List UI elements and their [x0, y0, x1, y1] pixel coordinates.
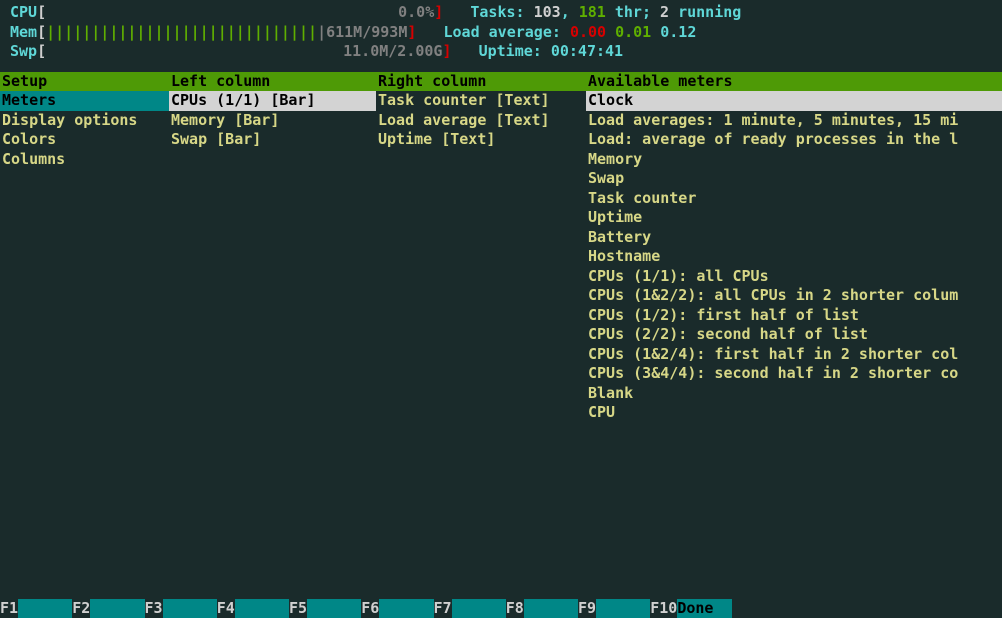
- available-item[interactable]: Task counter: [586, 189, 1002, 209]
- f3-key[interactable]: F3: [145, 599, 217, 617]
- f8-key[interactable]: F8: [506, 599, 578, 617]
- available-item[interactable]: CPUs (1/1): all CPUs: [586, 267, 1002, 287]
- swp-meter: Swp[11.0M/2.00G] Uptime: 00:47:41: [10, 42, 992, 62]
- available-item[interactable]: Blank: [586, 384, 1002, 404]
- f5-key[interactable]: F5: [289, 599, 361, 617]
- f2-key[interactable]: F2: [72, 599, 144, 617]
- f6-key[interactable]: F6: [361, 599, 433, 617]
- f9-key[interactable]: F9: [578, 599, 650, 617]
- setup-item-display[interactable]: Display options: [0, 111, 169, 131]
- right-column-pane: Right column Task counter [Text] Load av…: [376, 72, 586, 423]
- available-item[interactable]: Swap: [586, 169, 1002, 189]
- right-item-load[interactable]: Load average [Text]: [376, 111, 586, 131]
- setup-header: Setup: [0, 72, 169, 92]
- available-item[interactable]: Load: average of ready processes in the …: [586, 130, 1002, 150]
- available-item[interactable]: Clock: [586, 91, 1002, 111]
- mem-meter: Mem[|||||||||||||||||||||||||||||||611M/…: [10, 23, 992, 43]
- right-column-header: Right column: [376, 72, 586, 92]
- available-item[interactable]: Battery: [586, 228, 1002, 248]
- available-item[interactable]: Memory: [586, 150, 1002, 170]
- available-item[interactable]: Uptime: [586, 208, 1002, 228]
- left-column-pane: Left column CPUs (1/1) [Bar] Memory [Bar…: [169, 72, 376, 423]
- f10-key[interactable]: F10Done: [650, 599, 731, 617]
- setup-pane: Setup Meters Display options Colors Colu…: [0, 72, 169, 423]
- f7-key[interactable]: F7: [434, 599, 506, 617]
- available-item[interactable]: CPUs (1/2): first half of list: [586, 306, 1002, 326]
- available-item[interactable]: CPUs (1&2/2): all CPUs in 2 shorter colu…: [586, 286, 1002, 306]
- left-item-memory[interactable]: Memory [Bar]: [169, 111, 376, 131]
- f1-key[interactable]: F1: [0, 599, 72, 617]
- left-column-header: Left column: [169, 72, 376, 92]
- available-item[interactable]: Hostname: [586, 247, 1002, 267]
- right-item-task[interactable]: Task counter [Text]: [376, 91, 586, 111]
- available-header: Available meters: [586, 72, 1002, 92]
- f4-key[interactable]: F4: [217, 599, 289, 617]
- available-pane: Available meters Clock Load averages: 1 …: [586, 72, 1002, 423]
- available-item[interactable]: CPUs (3&4/4): second half in 2 shorter c…: [586, 364, 1002, 384]
- setup-panes: Setup Meters Display options Colors Colu…: [0, 72, 1002, 423]
- available-item[interactable]: CPUs (1&2/4): first half in 2 shorter co…: [586, 345, 1002, 365]
- meters-header: CPU[0.0%] Tasks: 103, 181 thr; 2 running…: [0, 0, 1002, 72]
- setup-item-colors[interactable]: Colors: [0, 130, 169, 150]
- right-item-uptime[interactable]: Uptime [Text]: [376, 130, 586, 150]
- left-item-swap[interactable]: Swap [Bar]: [169, 130, 376, 150]
- cpu-meter: CPU[0.0%] Tasks: 103, 181 thr; 2 running: [10, 3, 992, 23]
- setup-item-meters[interactable]: Meters: [0, 91, 169, 111]
- available-item[interactable]: CPU: [586, 403, 1002, 423]
- setup-item-columns[interactable]: Columns: [0, 150, 169, 170]
- available-item[interactable]: Load averages: 1 minute, 5 minutes, 15 m…: [586, 111, 1002, 131]
- function-key-bar: F1 F2 F3 F4 F5 F6 F7 F8 F9 F10Done: [0, 599, 1002, 618]
- left-item-cpus[interactable]: CPUs (1/1) [Bar]: [169, 91, 376, 111]
- available-item[interactable]: CPUs (2/2): second half of list: [586, 325, 1002, 345]
